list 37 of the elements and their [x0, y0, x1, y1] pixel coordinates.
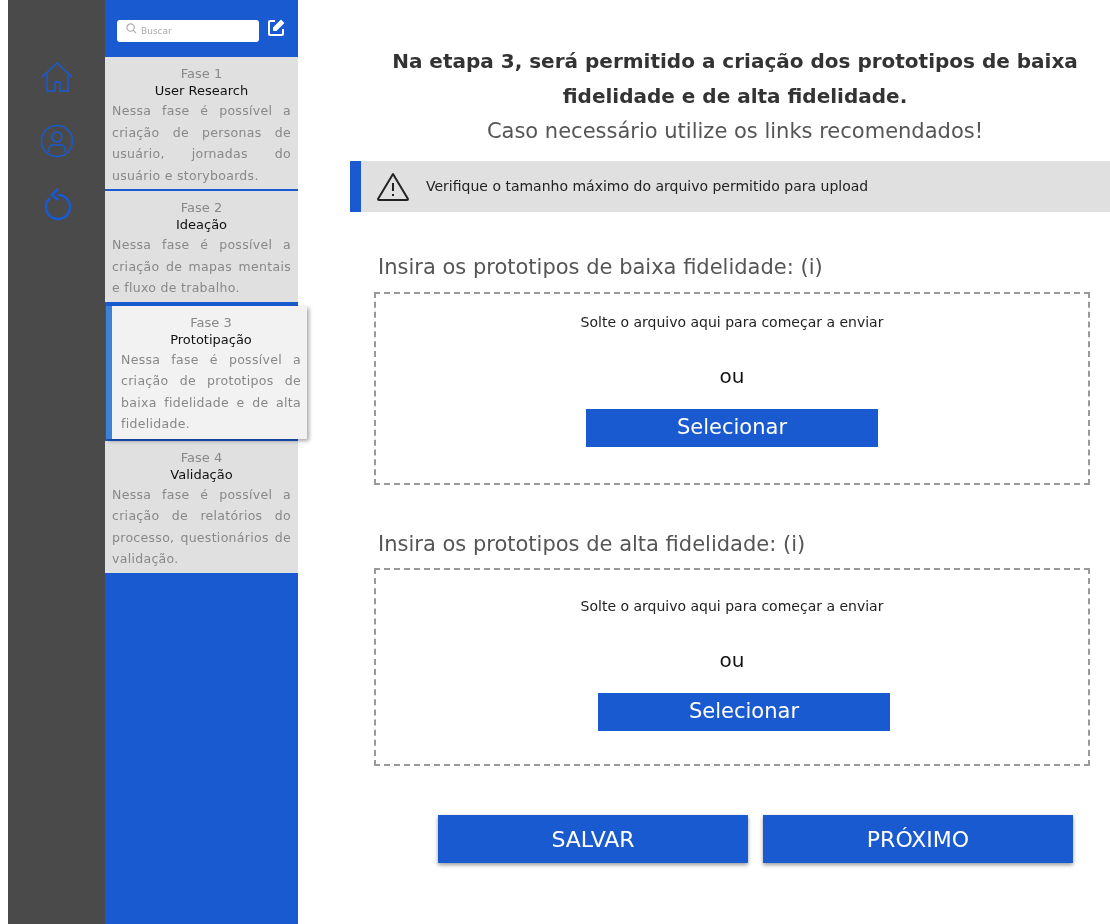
phase-number: Fase 4 [179, 448, 224, 466]
phase-title: Prototipação [169, 330, 253, 349]
phase-card[interactable]: Fase 3 Prototipação Nessa fase é possível a criação de prototipos de baixa fidelidade e de alta fidelidade. [106, 305, 307, 439]
select-button[interactable]: Selecionar [598, 693, 890, 731]
user-icon[interactable] [39, 124, 74, 158]
action-button[interactable]: PRÓXIMO [763, 815, 1073, 863]
phase-description: Nessa fase é possível a criação de personas de usuário, jornadas do usuário e storyboards. [112, 102, 291, 185]
drop-text: Solte o arquivo aqui para começar a enviar [580, 597, 884, 616]
phase-card[interactable]: Fase 4 Validação Nessa fase é possível a criação de relatórios do processo, questionários de validação. [105, 440, 298, 575]
phase-card[interactable]: Fase 2 Ideação Nessa fase é possível a criação de mapas mentais e fluxo de trabalho. [105, 191, 298, 304]
edit-icon[interactable] [267, 18, 285, 37]
select-button[interactable]: Selecionar [586, 408, 878, 447]
or-text: ou [719, 647, 745, 674]
phase-title: Validação [169, 465, 234, 484]
phase-title: User Research [153, 82, 250, 100]
drop-zone[interactable]: Solte o arquivo aqui para começar a enviar ou Selecionar [374, 291, 1090, 485]
page-subheading: Caso necessário utilize os links recomendados! [486, 118, 984, 145]
phase-number: Fase 2 [179, 199, 224, 216]
phase-description: Nessa fase é possível a criação de mapas mentais e fluxo de trabalho. [112, 236, 291, 297]
drop-zone[interactable]: Solte o arquivo aqui para começar a enviar ou Selecionar [374, 568, 1090, 766]
phase-description: Nessa fase é possível a criação de prototipos de baixa fidelidade e de alta fidelidade. [121, 350, 301, 433]
upload-label: Insira os prototipos de baixa fidelidade: (i) [377, 254, 824, 281]
phase-number: Fase 1 [179, 65, 224, 82]
upload-label: Insira os prototipos de alta fidelidade: (i) [377, 530, 807, 558]
drop-text: Solte o arquivo aqui para começar a enviar [580, 312, 884, 332]
alert-text: Verifique o tamanho máximo do arquivo permitido para upload [426, 177, 869, 196]
search-field[interactable]: Buscar [117, 19, 259, 42]
or-text: ou [719, 362, 745, 390]
warning-icon [376, 171, 410, 202]
page-heading: Na etapa 3, será permitido a criação dos prototipos de baixa fidelidade e de alta fidelidade. [391, 48, 1079, 110]
phase-number: Fase 3 [189, 313, 233, 331]
search-icon [126, 22, 137, 34]
phase-description: Nessa fase é possível a criação de relatórios do processo, questionários de validação. [112, 485, 291, 568]
action-button[interactable]: SALVAR [438, 815, 748, 863]
home-icon[interactable] [39, 60, 74, 94]
phase-card[interactable]: Fase 1 User Research Nessa fase é possível a criação de personas de usuário, jornadas do usuário e storyboards. [105, 57, 298, 191]
phase-title: Ideação [174, 216, 229, 234]
